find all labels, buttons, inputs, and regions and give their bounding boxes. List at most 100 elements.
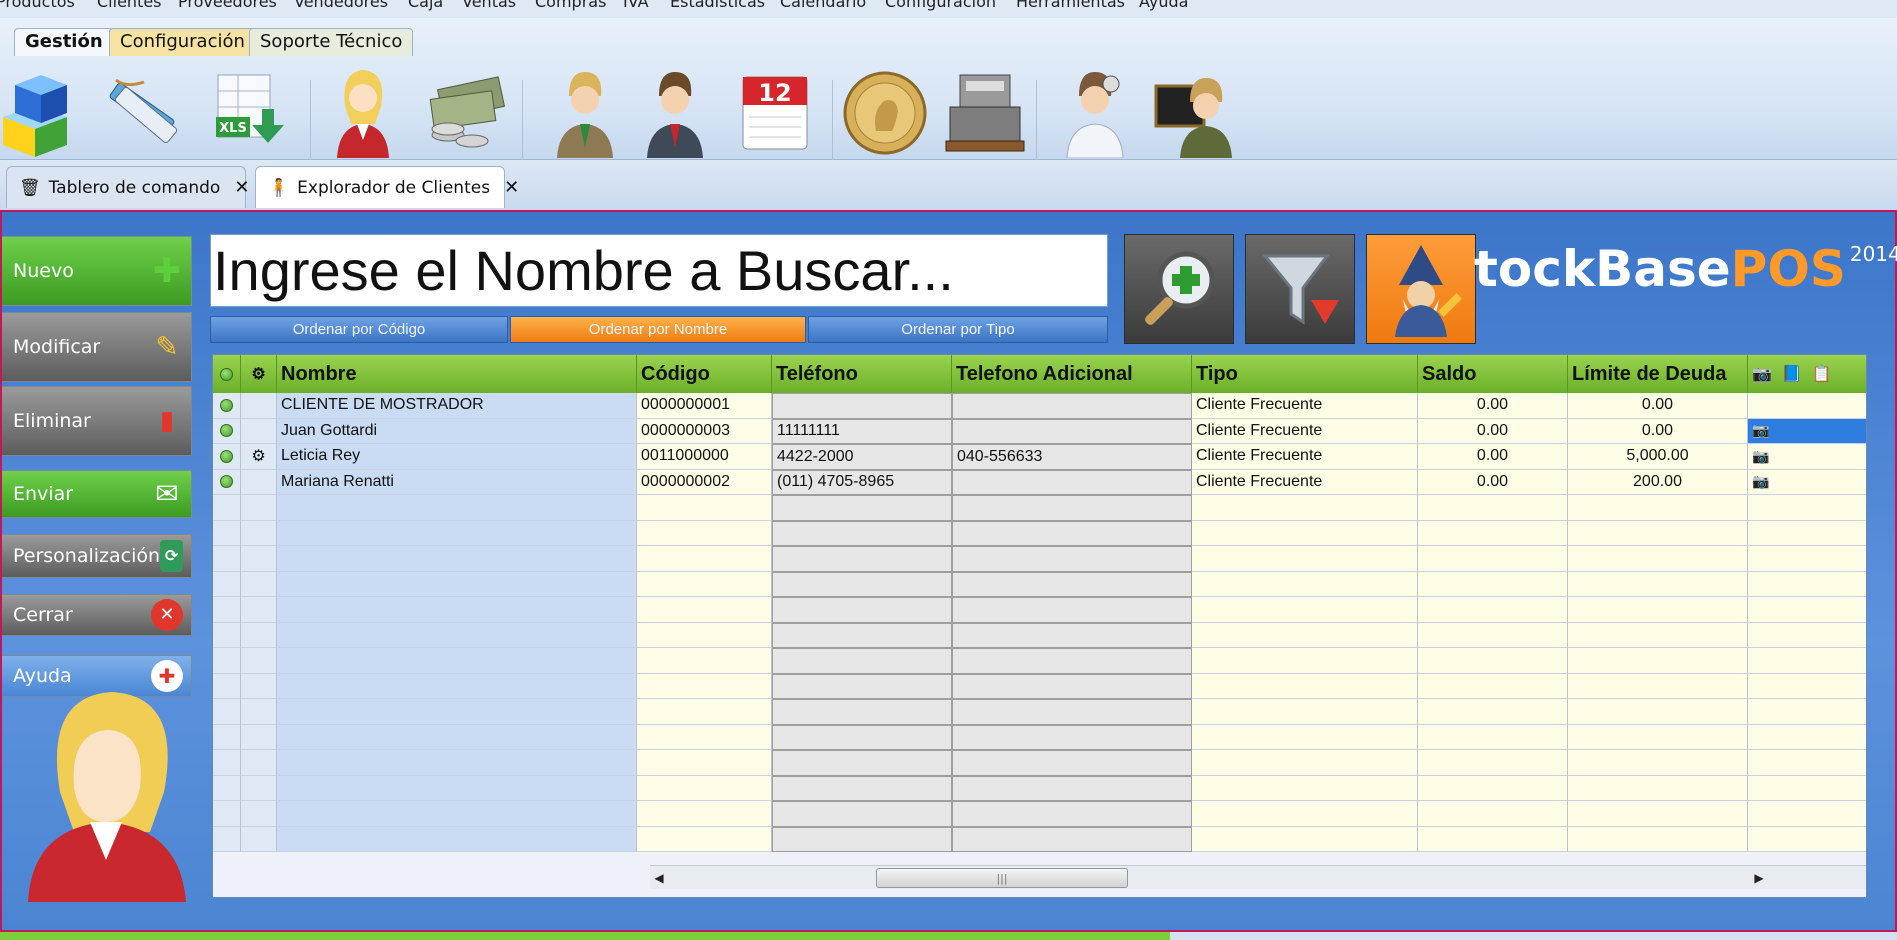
status-dot-cell[interactable] bbox=[213, 469, 241, 495]
type-icon-cell[interactable]: ⚙ bbox=[241, 444, 277, 470]
cell-tipo[interactable]: Cliente Frecuente bbox=[1192, 444, 1418, 470]
cell-nombre[interactable]: Juan Gottardi bbox=[277, 418, 637, 444]
ayuda-button[interactable]: Ayuda ✚ bbox=[2, 655, 192, 697]
customize-wizard-button[interactable] bbox=[1366, 234, 1476, 344]
type-icon-cell[interactable] bbox=[241, 622, 277, 648]
table-row[interactable]: Juan Gottardi 0000000003 11111111 Cliente F… bbox=[213, 418, 1866, 444]
header-codigo[interactable]: Código bbox=[637, 355, 772, 393]
photo-cell[interactable]: 📷 bbox=[1748, 444, 1866, 470]
photo-cell[interactable] bbox=[1748, 775, 1866, 801]
camera-icon[interactable]: 📷 bbox=[1752, 422, 1769, 439]
cell-codigo[interactable] bbox=[637, 801, 772, 827]
cell-nombre[interactable]: Leticia Rey bbox=[277, 444, 637, 470]
cell-nombre[interactable] bbox=[277, 597, 637, 623]
cell-telefono-adicional[interactable] bbox=[952, 724, 1192, 750]
cell-telefono-adicional[interactable] bbox=[952, 597, 1192, 623]
empty-row[interactable] bbox=[213, 750, 1866, 776]
status-dot-cell[interactable] bbox=[213, 622, 241, 648]
tab-gestion[interactable]: Gestión bbox=[14, 28, 114, 56]
empty-row[interactable] bbox=[213, 622, 1866, 648]
type-icon-cell[interactable] bbox=[241, 750, 277, 776]
type-icon-cell[interactable] bbox=[241, 699, 277, 725]
cell-limite[interactable]: 0.00 bbox=[1568, 393, 1748, 419]
empty-row[interactable] bbox=[213, 775, 1866, 801]
cell-telefono[interactable] bbox=[772, 622, 952, 648]
cell-telefono-adicional[interactable] bbox=[952, 648, 1192, 674]
filter-button[interactable] bbox=[1245, 234, 1355, 344]
empty-row[interactable] bbox=[213, 495, 1866, 521]
cell-tipo[interactable] bbox=[1192, 750, 1418, 776]
supplier-man-icon[interactable] bbox=[630, 63, 720, 161]
cell-saldo[interactable] bbox=[1418, 801, 1568, 827]
cell-limite[interactable] bbox=[1568, 699, 1748, 725]
cell-telefono-adicional[interactable] bbox=[952, 750, 1192, 776]
menu-proveedores[interactable]: Proveedores bbox=[178, 0, 277, 11]
horizontal-scrollbar[interactable]: ◀ ||| ▶ bbox=[650, 865, 1866, 889]
cell-codigo[interactable]: 0011000000 bbox=[637, 444, 772, 470]
doctor-support-icon[interactable] bbox=[1050, 63, 1140, 161]
cell-codigo[interactable] bbox=[637, 750, 772, 776]
cell-saldo[interactable]: 0.00 bbox=[1418, 469, 1568, 495]
cell-limite[interactable] bbox=[1568, 546, 1748, 572]
cell-saldo[interactable]: 0.00 bbox=[1418, 444, 1568, 470]
header-saldo[interactable]: Saldo bbox=[1418, 355, 1568, 393]
cell-telefono[interactable] bbox=[772, 393, 952, 419]
eliminar-button[interactable]: Eliminar ▮ bbox=[2, 386, 192, 456]
type-icon-cell[interactable] bbox=[241, 775, 277, 801]
status-dot-cell[interactable] bbox=[213, 775, 241, 801]
empty-row[interactable] bbox=[213, 724, 1866, 750]
cell-tipo[interactable] bbox=[1192, 801, 1418, 827]
cell-saldo[interactable] bbox=[1418, 597, 1568, 623]
cell-codigo[interactable] bbox=[637, 622, 772, 648]
cerrar-button[interactable]: Cerrar ✕ bbox=[2, 594, 192, 636]
photo-cell[interactable] bbox=[1748, 597, 1866, 623]
cell-nombre[interactable] bbox=[277, 673, 637, 699]
status-dot-cell[interactable] bbox=[213, 546, 241, 572]
cell-limite[interactable] bbox=[1568, 673, 1748, 699]
cell-saldo[interactable] bbox=[1418, 775, 1568, 801]
cell-tipo[interactable] bbox=[1192, 826, 1418, 852]
cell-limite[interactable] bbox=[1568, 724, 1748, 750]
close-icon[interactable]: ✕ bbox=[234, 177, 249, 198]
cell-limite[interactable] bbox=[1568, 826, 1748, 852]
cell-saldo[interactable] bbox=[1418, 724, 1568, 750]
status-dot-cell[interactable] bbox=[213, 418, 241, 444]
cell-tipo[interactable] bbox=[1192, 597, 1418, 623]
cell-telefono-adicional[interactable] bbox=[952, 699, 1192, 725]
status-dot-cell[interactable] bbox=[213, 673, 241, 699]
cell-tipo[interactable] bbox=[1192, 775, 1418, 801]
cell-nombre[interactable]: CLIENTE DE MOSTRADOR bbox=[277, 393, 637, 419]
cell-telefono[interactable] bbox=[772, 546, 952, 572]
cell-saldo[interactable] bbox=[1418, 622, 1568, 648]
camera-icon[interactable]: 📷 bbox=[1752, 473, 1769, 490]
status-dot-cell[interactable] bbox=[213, 597, 241, 623]
cell-telefono[interactable] bbox=[772, 724, 952, 750]
cell-telefono-adicional[interactable] bbox=[952, 546, 1192, 572]
type-icon-cell[interactable] bbox=[241, 724, 277, 750]
cell-nombre[interactable] bbox=[277, 699, 637, 725]
status-dot-cell[interactable] bbox=[213, 699, 241, 725]
cell-telefono-adicional[interactable]: 040-556633 bbox=[952, 444, 1192, 470]
cell-nombre[interactable] bbox=[277, 546, 637, 572]
header-telefono[interactable]: Teléfono bbox=[772, 355, 952, 393]
photo-cell[interactable] bbox=[1748, 393, 1866, 419]
type-icon-cell[interactable] bbox=[241, 801, 277, 827]
type-icon-cell[interactable] bbox=[241, 520, 277, 546]
cell-saldo[interactable] bbox=[1418, 571, 1568, 597]
cell-saldo[interactable] bbox=[1418, 648, 1568, 674]
status-dot-cell[interactable] bbox=[213, 826, 241, 852]
header-telefono-adicional[interactable]: Telefono Adicional bbox=[952, 355, 1192, 393]
cell-nombre[interactable] bbox=[277, 648, 637, 674]
cell-tipo[interactable] bbox=[1192, 622, 1418, 648]
empty-row[interactable] bbox=[213, 648, 1866, 674]
cell-telefono[interactable] bbox=[772, 495, 952, 521]
cell-codigo[interactable] bbox=[637, 699, 772, 725]
type-icon-cell[interactable] bbox=[241, 469, 277, 495]
cell-telefono[interactable] bbox=[772, 648, 952, 674]
menu-estadisticas[interactable]: Estadísticas bbox=[670, 0, 765, 11]
cell-codigo[interactable] bbox=[637, 724, 772, 750]
cell-telefono-adicional[interactable] bbox=[952, 495, 1192, 521]
empty-row[interactable] bbox=[213, 801, 1866, 827]
cell-telefono-adicional[interactable] bbox=[952, 520, 1192, 546]
photo-cell[interactable] bbox=[1748, 648, 1866, 674]
